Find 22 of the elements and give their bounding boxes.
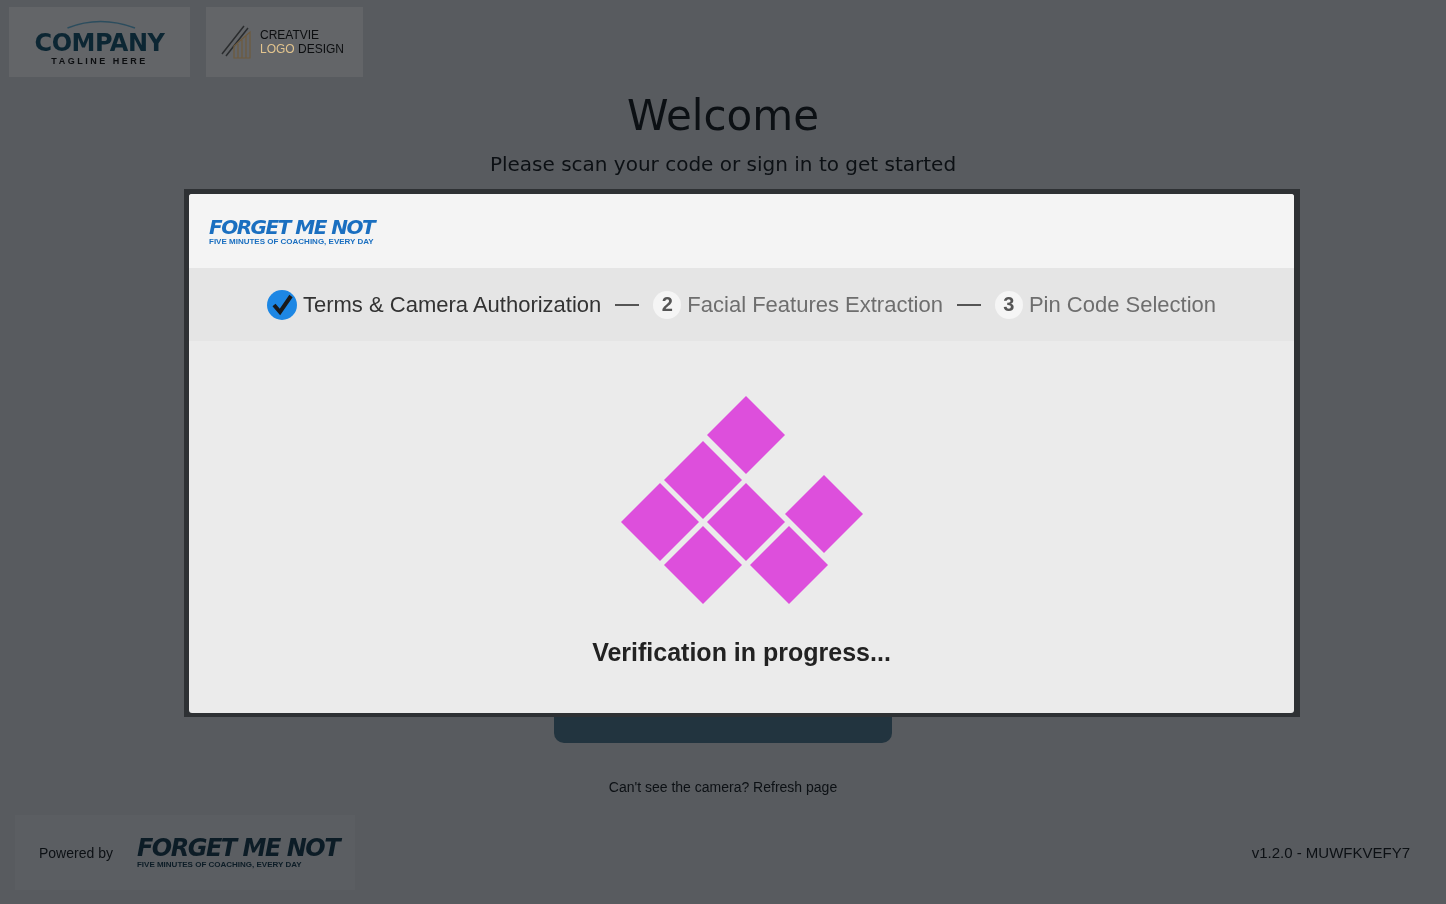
step-number: 3 (994, 290, 1023, 319)
logo-text: COMPANY (34, 29, 165, 56)
brand-logo-text: FORGET ME NOT (209, 216, 375, 237)
welcome-title: Welcome (626, 91, 820, 140)
welcome-subtitle: Please scan your code or sign in to get started (489, 152, 957, 176)
stripes-icon (220, 24, 254, 60)
step-label: Terms & Camera Authorization (303, 291, 602, 318)
step-connector (956, 303, 981, 306)
step-connector (615, 303, 640, 306)
version-label: v1.2.0 - MUWFKVEFY7 (1251, 844, 1410, 861)
refresh-note[interactable]: Can't see the camera? Refresh page (608, 779, 838, 795)
step-number: 2 (653, 290, 682, 319)
logo-text: LOGO DESIGN (260, 42, 345, 56)
powered-by-label: Powered by (39, 844, 113, 861)
step-label: Pin Code Selection (1028, 291, 1216, 318)
logo-text: CREATVIE (260, 28, 321, 42)
logo-tagline: TAGLINE HERE (51, 55, 148, 66)
status-text: Verification in progress... (592, 638, 891, 667)
step-label: Facial Features Extraction (687, 291, 943, 318)
brand-tagline: FIVE MINUTES OF COACHING, EVERY DAY (209, 236, 375, 246)
brand-logo-text: FORGET ME NOT (136, 836, 340, 860)
brand-tagline: FIVE MINUTES OF COACHING, EVERY DAY (136, 860, 303, 869)
